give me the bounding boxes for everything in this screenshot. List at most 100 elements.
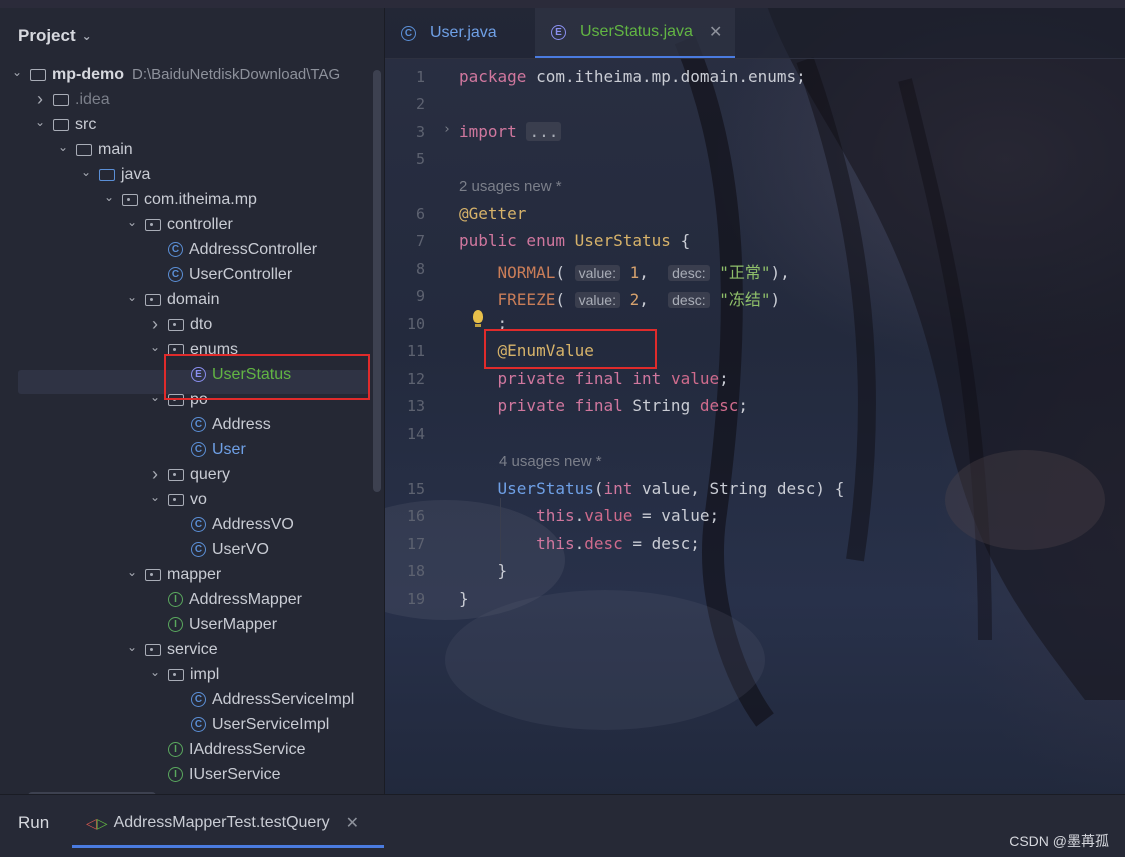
run-tab-addressmappertest[interactable]: ◁ ▷ AddressMapperTest.testQuery ✕	[86, 813, 359, 833]
tree-item-domain[interactable]: ⌄ domain	[125, 287, 220, 312]
tree-item-controller[interactable]: ⌄ controller	[125, 212, 233, 237]
window-top-strip	[0, 0, 1125, 8]
chevron-down-icon[interactable]: ⌄	[148, 390, 162, 404]
tree-item-vo[interactable]: ⌄ vo	[148, 487, 207, 512]
line-number: 3	[415, 123, 425, 141]
tree-item-src[interactable]: ⌄ src	[33, 112, 96, 137]
class-icon: C	[191, 442, 206, 457]
line-number: 12	[406, 370, 425, 388]
interface-icon: I	[168, 592, 183, 607]
usages-hint[interactable]: 2 usages new *	[459, 178, 562, 195]
tree-item-mapper[interactable]: ⌄ mapper	[125, 562, 221, 587]
tree-item-label: domain	[167, 290, 220, 308]
tree-item-main[interactable]: ⌄ main	[56, 137, 133, 162]
folder-icon	[30, 68, 46, 81]
project-sidebar: Project ⌄ ⌄ mp-demo D:\BaiduNetdiskDownloa…	[0, 8, 385, 800]
chevron-down-icon[interactable]: ⌄	[148, 490, 162, 504]
tree-item-label: IUserService	[189, 765, 281, 783]
fold-arrow-icon[interactable]: ›	[443, 122, 451, 137]
run-label[interactable]: Run	[18, 813, 49, 833]
tree-item-label: dto	[190, 315, 213, 333]
line-number: 17	[406, 535, 425, 553]
tab-user-java[interactable]: C User.java	[401, 8, 541, 58]
sidebar-vertical-scrollbar[interactable]	[373, 70, 381, 492]
tree-item-service[interactable]: ⌄ service	[125, 637, 218, 662]
code-line-1: package com.itheima.mp.domain.enums;	[459, 67, 806, 86]
line-number: 11	[406, 342, 425, 360]
tree-item-userserviceimpl[interactable]: C UserServiceImpl	[171, 712, 329, 737]
tree-item-label: java	[121, 165, 151, 183]
tree-item-com-itheima-mp[interactable]: ⌄ com.itheima.mp	[102, 187, 257, 212]
close-icon[interactable]: ✕	[709, 22, 722, 42]
chevron-down-icon[interactable]: ⌄	[102, 190, 116, 204]
tree-item-label: AddressServiceImpl	[212, 690, 355, 708]
tab-userstatus-java[interactable]: E UserStatus.java ✕	[535, 8, 735, 58]
close-icon[interactable]: ✕	[346, 813, 359, 833]
code-line-13: private final String desc;	[497, 396, 748, 415]
tree-item-usermapper[interactable]: I UserMapper	[148, 612, 277, 637]
code-editor[interactable]: 1 2 3 5 6 7 8 9 10 11 12 13 14 15 16 17 …	[385, 58, 1125, 794]
project-title: Project	[18, 26, 76, 45]
tree-item-dto[interactable]: › dto	[148, 312, 212, 337]
tree-item-java[interactable]: ⌄ java	[79, 162, 150, 187]
chevron-right-icon[interactable]: ›	[33, 89, 47, 110]
chevron-down-icon[interactable]: ⌄	[33, 115, 47, 129]
chevron-down-icon[interactable]: ⌄	[125, 215, 139, 229]
tree-item-label: UserController	[189, 265, 293, 283]
line-number: 16	[406, 507, 425, 525]
code-line-12: private final int value;	[497, 369, 729, 388]
package-icon	[122, 193, 138, 206]
chevron-down-icon[interactable]: ⌄	[148, 665, 162, 679]
tree-item-uservo[interactable]: C UserVO	[171, 537, 269, 562]
tree-item-iuserservice[interactable]: I IUserService	[148, 762, 281, 787]
code-line-3: import ...	[459, 122, 562, 141]
tree-item-label: com.itheima.mp	[144, 190, 257, 208]
tree-item-label: AddressController	[189, 240, 318, 258]
code-line-16: this.value = value;	[536, 506, 720, 525]
tree-item-label: UserVO	[212, 540, 269, 558]
tree-item-usercontroller[interactable]: C UserController	[148, 262, 292, 287]
run-tab-label: AddressMapperTest.testQuery	[113, 814, 330, 831]
tree-item-addressmapper[interactable]: I AddressMapper	[148, 587, 302, 612]
chevron-down-icon[interactable]: ⌄	[125, 640, 139, 654]
run-tool-window-bar: Run ◁ ▷ AddressMapperTest.testQuery ✕ CSD…	[0, 794, 1125, 857]
tree-item-addressvo[interactable]: C AddressVO	[171, 512, 294, 537]
project-view-selector[interactable]: Project ⌄	[18, 26, 92, 46]
line-number: 13	[406, 397, 425, 415]
chevron-down-icon[interactable]: ⌄	[125, 290, 139, 304]
chevron-right-icon[interactable]: ›	[148, 464, 162, 485]
chevron-down-icon[interactable]: ⌄	[79, 165, 93, 179]
tree-item-label: main	[98, 140, 133, 158]
tree-item-label: User	[212, 440, 246, 458]
tree-item-addresscontroller[interactable]: C AddressController	[148, 237, 317, 262]
chevron-right-icon[interactable]: ›	[148, 314, 162, 335]
tree-item-addressserviceimpl[interactable]: C AddressServiceImpl	[171, 687, 354, 712]
tree-item-label: mapper	[167, 565, 222, 583]
tree-item-mp-demo[interactable]: ⌄ mp-demo D:\BaiduNetdiskDownload\TAG	[10, 62, 340, 87]
chevron-down-icon[interactable]: ⌄	[148, 340, 162, 354]
chevron-down-icon[interactable]: ⌄	[125, 565, 139, 579]
tree-item-idea[interactable]: › .idea	[33, 87, 110, 112]
line-number: 6	[415, 205, 425, 223]
package-icon	[168, 318, 184, 331]
class-icon: C	[191, 717, 206, 732]
tree-item-iaddressservice[interactable]: I IAddressService	[148, 737, 306, 762]
chevron-down-icon[interactable]: ⌄	[10, 65, 24, 79]
package-icon	[145, 218, 161, 231]
tree-item-label: AddressMapper	[189, 590, 302, 608]
tree-item-address[interactable]: C Address	[171, 412, 271, 437]
interface-icon: I	[168, 617, 183, 632]
class-icon: C	[191, 542, 206, 557]
tree-item-label: UserMapper	[189, 615, 278, 633]
chevron-down-icon: ⌄	[81, 29, 92, 43]
watermark: CSDN @墨苒孤	[1009, 833, 1109, 849]
tree-item-user[interactable]: C User	[171, 437, 246, 462]
package-icon	[168, 468, 184, 481]
chevron-down-icon[interactable]: ⌄	[56, 140, 70, 154]
tree-item-query[interactable]: › query	[148, 462, 230, 487]
tree-item-impl[interactable]: ⌄ impl	[148, 662, 219, 687]
test-run-icon: ◁	[86, 814, 97, 831]
usages-hint[interactable]: 4 usages new *	[499, 453, 602, 470]
tab-label: UserStatus.java	[580, 23, 693, 40]
package-icon	[168, 668, 184, 681]
